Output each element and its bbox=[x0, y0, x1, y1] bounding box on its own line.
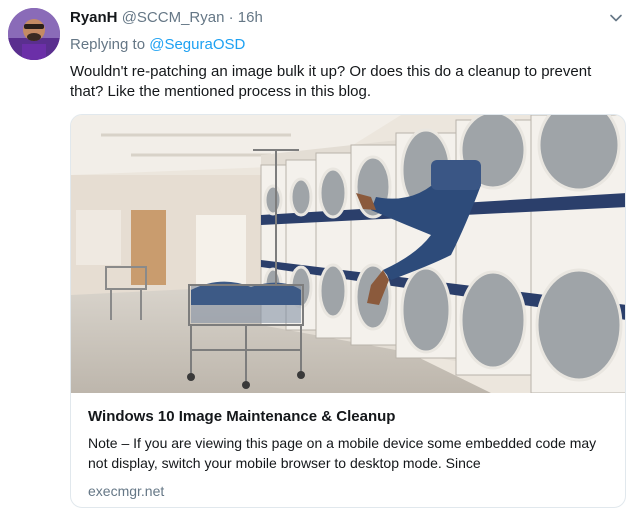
tweet-text: Wouldn't re-patching an image bulk it up… bbox=[70, 63, 592, 100]
separator-dot: · bbox=[228, 9, 234, 26]
card-description: Note – If you are viewing this page on a… bbox=[88, 435, 597, 471]
tweet-header: RyanH @SCCM_Ryan · 16h bbox=[70, 8, 263, 28]
card-domain[interactable]: execmgr.net bbox=[88, 481, 612, 501]
user-handle[interactable]: @SCCM_Ryan bbox=[122, 9, 225, 26]
link-card[interactable]: Windows 10 Image Maintenance & Cleanup N… bbox=[70, 114, 626, 508]
card-image[interactable] bbox=[71, 115, 626, 393]
avatar[interactable] bbox=[8, 8, 60, 60]
replying-to: Replying to @SeguraOSD bbox=[70, 35, 245, 55]
replying-to-label: Replying to bbox=[70, 36, 150, 53]
replying-to-link[interactable]: @SeguraOSD bbox=[149, 36, 245, 53]
card-title[interactable]: Windows 10 Image Maintenance & Cleanup bbox=[88, 407, 612, 427]
card-body[interactable]: Windows 10 Image Maintenance & Cleanup N… bbox=[88, 407, 612, 501]
timestamp[interactable]: 16h bbox=[238, 9, 263, 26]
display-name[interactable]: RyanH bbox=[70, 9, 118, 26]
avatar-image bbox=[8, 8, 60, 60]
tweet[interactable]: RyanH @SCCM_Ryan · 16h Replying to @Segu… bbox=[0, 0, 638, 521]
chevron-down-icon[interactable] bbox=[608, 10, 624, 26]
